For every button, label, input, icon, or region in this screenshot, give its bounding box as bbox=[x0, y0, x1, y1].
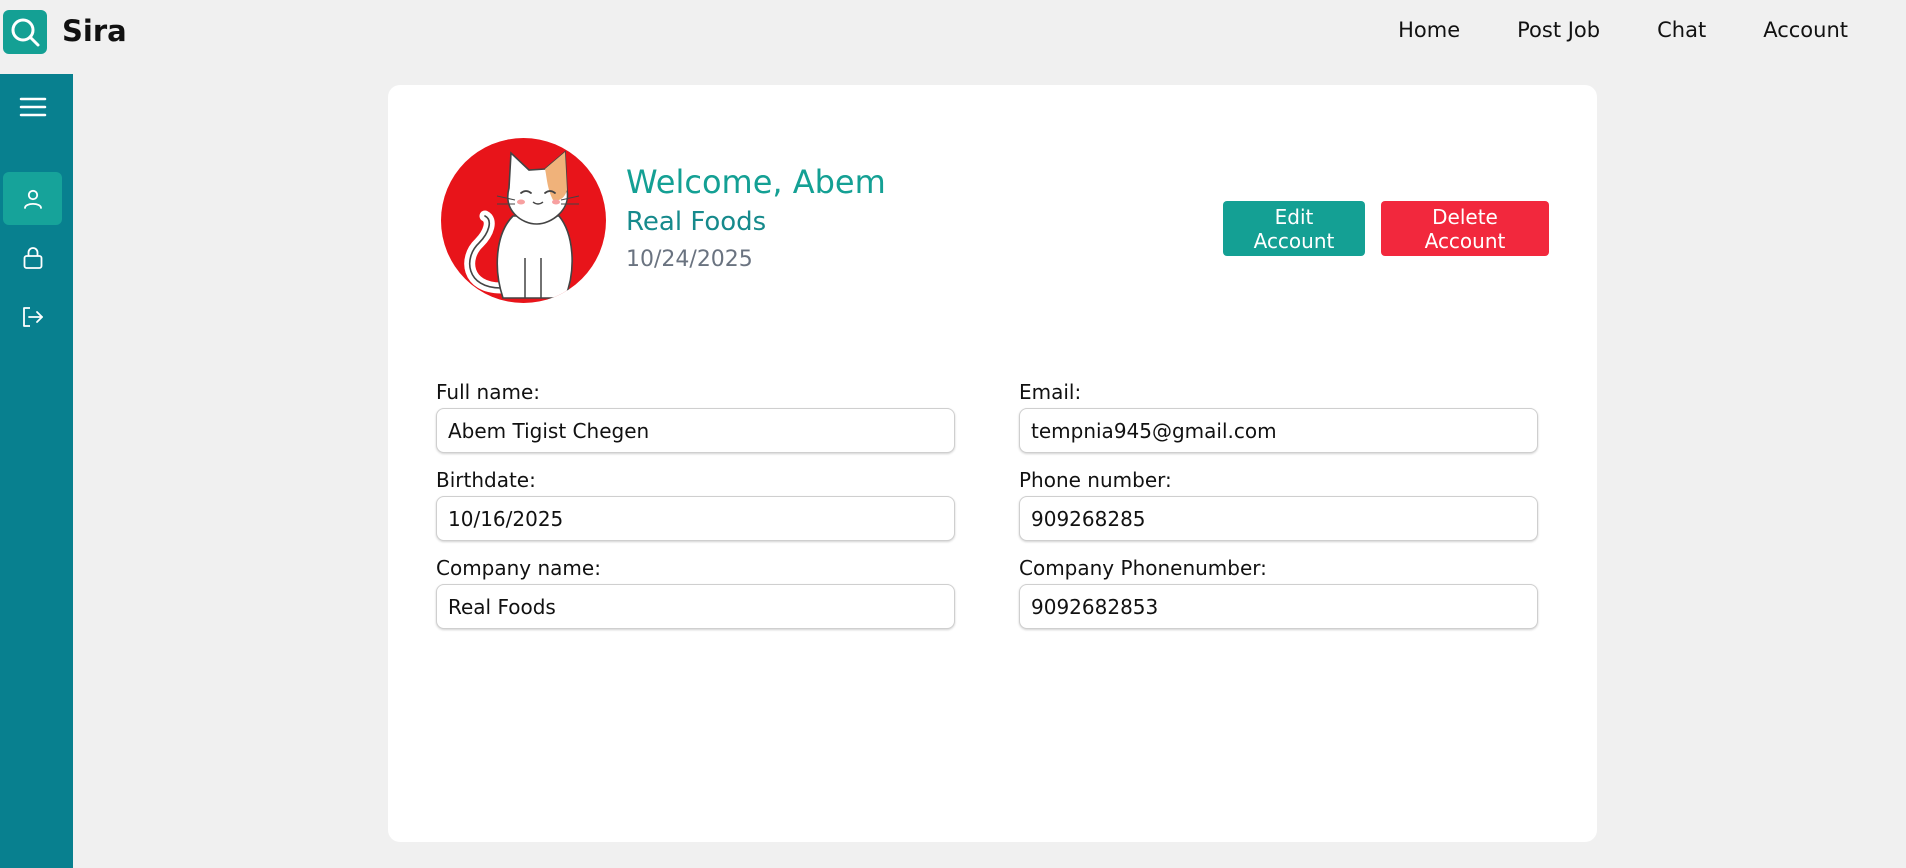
nav-account[interactable]: Account bbox=[1763, 18, 1848, 42]
lock-icon bbox=[23, 246, 42, 269]
company-subtitle: Real Foods bbox=[626, 207, 767, 237]
company-phone-input[interactable]: 9092682853 bbox=[1019, 584, 1538, 629]
cat-avatar-icon bbox=[441, 138, 606, 303]
phone-input[interactable]: 909268285 bbox=[1019, 496, 1538, 541]
phone-field: Phone number: 909268285 bbox=[1019, 468, 1538, 541]
user-icon bbox=[23, 189, 42, 209]
top-bar: Sira Home Post Job Chat Account bbox=[0, 0, 1906, 64]
hamburger-menu-icon bbox=[19, 97, 46, 116]
sidebar-item-security[interactable] bbox=[3, 231, 62, 284]
company-phone-label: Company Phonenumber: bbox=[1019, 556, 1267, 580]
birthdate-input[interactable]: 10/16/2025 bbox=[436, 496, 955, 541]
delete-account-button[interactable]: Delete Account bbox=[1381, 201, 1549, 256]
avatar[interactable] bbox=[441, 138, 606, 303]
email-input[interactable]: tempnia945@gmail.com bbox=[1019, 408, 1538, 453]
account-card: Welcome, Abem Real Foods 10/24/2025 Edit… bbox=[388, 85, 1597, 842]
nav-chat[interactable]: Chat bbox=[1657, 18, 1706, 42]
full-name-field: Full name: Abem Tigist Chegen bbox=[436, 380, 955, 453]
company-phone-field: Company Phonenumber: 9092682853 bbox=[1019, 556, 1538, 629]
top-nav: Home Post Job Chat Account bbox=[1398, 18, 1848, 42]
sidebar bbox=[0, 74, 73, 868]
profile-date: 10/24/2025 bbox=[626, 247, 753, 272]
company-name-label: Company name: bbox=[436, 556, 601, 580]
sidebar-item-profile[interactable] bbox=[3, 172, 62, 225]
birthdate-label: Birthdate: bbox=[436, 468, 536, 492]
phone-label: Phone number: bbox=[1019, 468, 1172, 492]
brand-name[interactable]: Sira bbox=[62, 14, 127, 48]
nav-home[interactable]: Home bbox=[1398, 18, 1460, 42]
email-field: Email: tempnia945@gmail.com bbox=[1019, 380, 1538, 453]
nav-post-job[interactable]: Post Job bbox=[1517, 18, 1600, 42]
logo[interactable] bbox=[3, 10, 47, 54]
welcome-heading: Welcome, Abem bbox=[626, 163, 886, 201]
company-name-input[interactable]: Real Foods bbox=[436, 584, 955, 629]
logout-icon bbox=[22, 306, 43, 327]
sidebar-item-logout[interactable] bbox=[3, 290, 62, 343]
full-name-label: Full name: bbox=[436, 380, 541, 404]
full-name-input[interactable]: Abem Tigist Chegen bbox=[436, 408, 955, 453]
sidebar-menu-toggle[interactable] bbox=[3, 80, 62, 133]
email-label: Email: bbox=[1019, 380, 1082, 404]
company-name-field: Company name: Real Foods bbox=[436, 556, 955, 629]
edit-account-button[interactable]: Edit Account bbox=[1223, 201, 1365, 256]
birthdate-field: Birthdate: 10/16/2025 bbox=[436, 468, 955, 541]
search-icon bbox=[11, 18, 40, 47]
